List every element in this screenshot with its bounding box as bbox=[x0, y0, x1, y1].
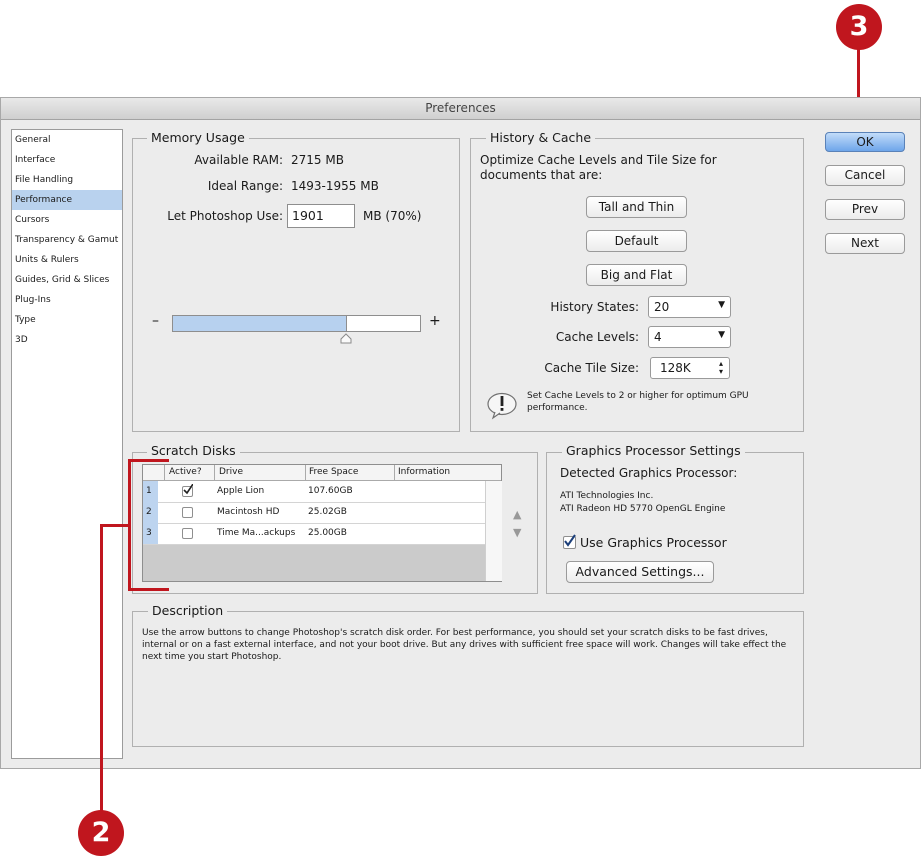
warning-speech-icon bbox=[487, 392, 517, 420]
row-number: 3 bbox=[143, 523, 158, 544]
available-ram-label: Available RAM: bbox=[194, 153, 283, 167]
memory-slider-track[interactable] bbox=[172, 315, 421, 332]
available-ram-value: 2715 MB bbox=[291, 153, 344, 167]
table-row[interactable]: 2 Macintosh HD 25.02GB bbox=[143, 502, 485, 524]
callout-2-connector bbox=[100, 524, 130, 527]
move-up-arrow-icon[interactable]: ▲ bbox=[513, 508, 521, 521]
sidebar-item-file-handling[interactable]: File Handling bbox=[12, 170, 122, 190]
default-button[interactable]: Default bbox=[586, 230, 687, 252]
move-down-arrow-icon[interactable]: ▼ bbox=[513, 526, 521, 539]
table-row[interactable]: 1 Apple Lion 107.60GB bbox=[143, 481, 485, 503]
gpu-cache-note: Set Cache Levels to 2 or higher for opti… bbox=[527, 391, 749, 413]
sidebar-item-plug-ins[interactable]: Plug-Ins bbox=[12, 290, 122, 310]
free-space-value: 25.00GB bbox=[308, 528, 347, 538]
scratch-disks-table: Active? Drive Free Space Information 1 A… bbox=[142, 464, 502, 582]
preferences-sidebar: General Interface File Handling Performa… bbox=[11, 129, 123, 759]
history-states-value: 20 bbox=[654, 300, 670, 314]
window-title: Preferences bbox=[1, 98, 920, 120]
drive-name: Macintosh HD bbox=[217, 507, 280, 517]
cache-tile-size-label: Cache Tile Size: bbox=[544, 361, 639, 375]
table-empty-area bbox=[143, 545, 485, 581]
sidebar-item-general[interactable]: General bbox=[12, 130, 122, 150]
free-space-value: 25.02GB bbox=[308, 507, 347, 517]
column-header-drive[interactable]: Drive bbox=[219, 466, 243, 479]
cancel-button[interactable]: Cancel bbox=[825, 165, 905, 186]
history-states-label: History States: bbox=[550, 300, 639, 314]
active-checkbox[interactable] bbox=[182, 528, 193, 539]
chevron-down-icon: ▼ bbox=[718, 300, 725, 310]
callout-2-bracket-top bbox=[128, 459, 169, 462]
cache-tile-size-select[interactable]: 128K ▴ ▾ bbox=[650, 357, 730, 379]
callout-3-badge: 3 bbox=[836, 4, 882, 50]
next-button[interactable]: Next bbox=[825, 233, 905, 254]
sidebar-item-performance[interactable]: Performance bbox=[12, 190, 122, 210]
use-gpu-label[interactable]: Use Graphics Processor bbox=[580, 535, 727, 550]
description-text: Use the arrow buttons to change Photosho… bbox=[142, 628, 787, 662]
scratch-disks-title: Scratch Disks bbox=[147, 444, 240, 458]
memory-usage-title: Memory Usage bbox=[147, 131, 249, 145]
memory-slider-thumb[interactable] bbox=[340, 333, 352, 344]
row-number: 2 bbox=[143, 502, 158, 523]
table-header: Active? Drive Free Space Information bbox=[143, 465, 501, 481]
preferences-window: Preferences General Interface File Handl… bbox=[0, 97, 921, 769]
cache-tile-size-value: 128K bbox=[660, 361, 691, 375]
callout-2-badge: 2 bbox=[78, 810, 124, 856]
sidebar-item-type[interactable]: Type bbox=[12, 310, 122, 330]
sidebar-item-cursors[interactable]: Cursors bbox=[12, 210, 122, 230]
cache-levels-label: Cache Levels: bbox=[555, 330, 639, 344]
use-gpu-checkbox[interactable] bbox=[563, 534, 576, 549]
column-divider bbox=[305, 465, 306, 480]
gpu-vendor: ATI Technologies Inc. bbox=[560, 491, 654, 501]
drive-name: Apple Lion bbox=[217, 486, 265, 496]
ok-button[interactable]: OK bbox=[825, 132, 905, 152]
plus-icon[interactable]: + bbox=[429, 314, 441, 328]
ideal-range-value: 1493-1955 MB bbox=[291, 179, 379, 193]
cache-levels-value: 4 bbox=[654, 330, 662, 344]
big-and-flat-button[interactable]: Big and Flat bbox=[586, 264, 687, 286]
memory-slider-fill bbox=[173, 316, 347, 331]
stepper-arrows-icon: ▴ ▾ bbox=[718, 359, 723, 376]
sidebar-item-transparency-gamut[interactable]: Transparency & Gamut bbox=[12, 230, 122, 250]
sidebar-item-guides-grid-slices[interactable]: Guides, Grid & Slices bbox=[12, 270, 122, 290]
optimize-cache-text: Optimize Cache Levels and Tile Size for … bbox=[480, 153, 717, 182]
ideal-range-label: Ideal Range: bbox=[207, 179, 283, 193]
sidebar-item-units-rulers[interactable]: Units & Rulers bbox=[12, 250, 122, 270]
advanced-settings-button[interactable]: Advanced Settings... bbox=[566, 561, 714, 583]
callout-2-bracket-bottom bbox=[128, 588, 169, 591]
column-divider bbox=[164, 465, 165, 480]
checkmark-icon bbox=[183, 484, 193, 495]
callout-2-line bbox=[100, 524, 103, 814]
free-space-value: 107.60GB bbox=[308, 486, 353, 496]
memory-percent-label: MB (70%) bbox=[363, 209, 422, 223]
let-photoshop-use-label: Let Photoshop Use: bbox=[167, 209, 283, 223]
column-divider bbox=[214, 465, 215, 480]
chevron-down-icon: ▼ bbox=[718, 330, 725, 340]
tall-and-thin-button[interactable]: Tall and Thin bbox=[586, 196, 687, 218]
cache-levels-select[interactable]: 4 ▼ bbox=[648, 326, 731, 348]
prev-button[interactable]: Prev bbox=[825, 199, 905, 220]
column-divider bbox=[394, 465, 395, 480]
sidebar-item-3d[interactable]: 3D bbox=[12, 330, 122, 350]
column-header-free-space[interactable]: Free Space bbox=[309, 466, 358, 479]
gpu-model: ATI Radeon HD 5770 OpenGL Engine bbox=[560, 504, 726, 514]
description-title: Description bbox=[148, 604, 228, 618]
active-checkbox[interactable] bbox=[182, 484, 193, 497]
table-row[interactable]: 3 Time Ma...ackups 25.00GB bbox=[143, 523, 485, 545]
history-cache-title: History & Cache bbox=[486, 131, 596, 145]
table-scrollbar[interactable] bbox=[485, 481, 502, 581]
history-states-select[interactable]: 20 ▼ bbox=[648, 296, 731, 318]
detected-gpu-label: Detected Graphics Processor: bbox=[560, 466, 738, 480]
column-header-active[interactable]: Active? bbox=[169, 466, 202, 479]
minus-icon[interactable]: – bbox=[152, 314, 159, 328]
drive-name: Time Ma...ackups bbox=[217, 528, 296, 538]
row-number: 1 bbox=[143, 481, 158, 502]
sidebar-item-interface[interactable]: Interface bbox=[12, 150, 122, 170]
column-header-information[interactable]: Information bbox=[398, 466, 450, 479]
active-checkbox[interactable] bbox=[182, 507, 193, 518]
checkmark-icon bbox=[564, 534, 576, 547]
graphics-processor-title: Graphics Processor Settings bbox=[562, 444, 745, 458]
memory-amount-input[interactable]: 1901 bbox=[287, 204, 355, 228]
